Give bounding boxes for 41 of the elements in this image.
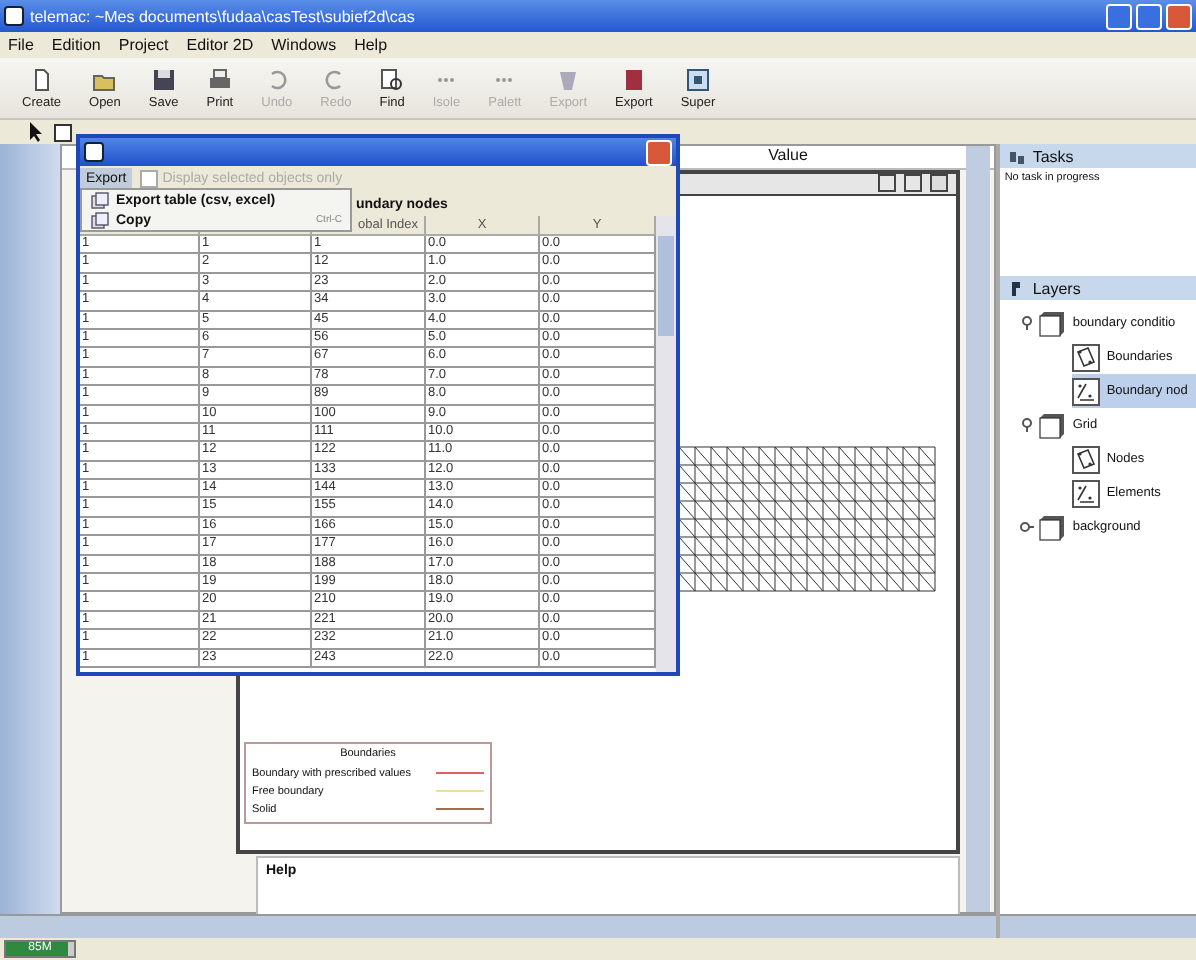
app-logo-icon <box>4 6 24 26</box>
document-icon <box>29 67 54 91</box>
vertical-scrollbar[interactable] <box>656 216 676 672</box>
menu-item[interactable]: Editor 2D <box>186 36 254 54</box>
panel-title: Layers <box>1032 279 1081 297</box>
layer-icon <box>1072 343 1101 371</box>
square-icon <box>686 67 710 91</box>
tasks-icon <box>1008 147 1027 165</box>
vertical-scrollbar[interactable] <box>966 146 990 912</box>
minimize-button[interactable] <box>1106 3 1132 29</box>
menu-item[interactable]: Project <box>118 36 169 54</box>
horizontal-scrollbar[interactable] <box>0 914 997 938</box>
maximize-button[interactable] <box>1136 3 1162 29</box>
printer-icon <box>207 67 232 91</box>
layer-icon <box>1072 479 1101 507</box>
horizontal-scrollbar[interactable] <box>1000 914 1196 938</box>
floppy-icon <box>151 67 176 91</box>
book-icon <box>621 67 646 91</box>
tree-toggle-icon[interactable] <box>1020 316 1035 330</box>
menu-item[interactable]: Windows <box>271 36 337 54</box>
layer-icon <box>1072 445 1101 473</box>
menu-item[interactable]: File <box>8 36 34 54</box>
close-button[interactable] <box>1166 3 1192 29</box>
app-logo-icon <box>84 142 104 162</box>
menu-item[interactable]: Edition <box>51 36 101 54</box>
copy-icon <box>90 211 110 229</box>
table-export-icon <box>90 191 110 209</box>
close-button[interactable] <box>646 139 672 165</box>
cube-icon <box>1038 309 1067 337</box>
tree-toggle-icon[interactable] <box>1020 522 1035 532</box>
menu-item[interactable]: Help <box>354 36 388 54</box>
magnifier-icon <box>380 67 405 91</box>
panel-title: Tasks <box>1032 147 1074 165</box>
pointer-arrow-icon[interactable] <box>28 122 44 142</box>
window-title: telemac: ~Mes documents\fudaa\casTest\subief2d\cas <box>30 7 417 25</box>
layer-icon <box>1072 377 1101 405</box>
cube-icon <box>1038 411 1067 439</box>
column-header: Value <box>766 146 810 168</box>
cube-icon <box>1038 513 1067 541</box>
rectangle-tool-icon[interactable] <box>54 123 72 141</box>
tree-toggle-icon[interactable] <box>1020 418 1035 432</box>
